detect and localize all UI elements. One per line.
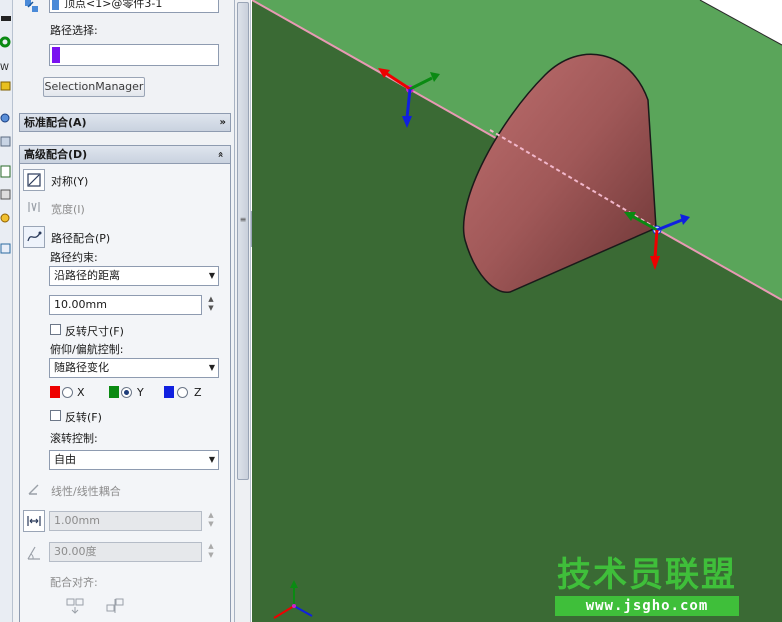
scrollbar-thumb[interactable] [237,2,249,480]
pitch-yaw-dropdown[interactable]: 随路径变化 ▼ [49,358,219,378]
toolbar-icon-5 [0,113,10,123]
roll-control-dropdown[interactable]: 自由 ▼ [49,450,219,470]
toolbar-icon-8 [0,189,11,200]
align-aligned-icon [106,598,124,613]
dropdown-arrow-icon: ▼ [208,271,215,280]
angle-value: 30.00度 [54,545,97,558]
toolbar-icon-2 [0,36,11,48]
pitch-yaw-value: 随路径变化 [54,361,109,374]
pitch-yaw-label: 俯仰/偏航控制: [50,343,124,356]
path-constraint-label: 路径约束: [50,251,98,264]
linear-distance-spinner: ▲ ▼ [208,511,214,528]
dropdown-arrow-icon: ▼ [208,455,215,464]
distance-input[interactable]: 10.00mm [49,295,202,315]
graphics-viewport[interactable] [252,0,782,622]
vertex-selection-field[interactable]: 顶点<1>@零件3-1 [49,0,219,13]
align-anti-icon [66,598,84,614]
path-constraint-value: 沿路径的距离 [54,269,120,282]
selection-manager-button[interactable]: SelectionManager [43,77,145,97]
scroll-grip-icon: ≡ [239,215,247,224]
flip-label: 反转(F) [65,411,102,424]
width-mate-icon [23,196,45,218]
standard-mates-header[interactable]: 标准配合(A) » [19,113,231,132]
z-axis-radio[interactable] [177,387,188,398]
vertex-selection-icon [25,0,38,12]
watermark: 技术员联盟 www.jsgho.com [554,556,740,616]
distance-icon [23,510,45,532]
path-mate-icon[interactable] [23,226,45,248]
z-axis-label: Z [194,386,202,399]
angle-icon [23,542,45,564]
symmetric-label[interactable]: 对称(Y) [51,173,88,189]
linear-coupler-icon [23,478,45,500]
linear-coupler-label: 线性/线性耦合 [51,485,121,498]
y-axis-swatch [109,386,119,398]
vertex-selection-value: 顶点<1>@零件3-1 [64,0,163,10]
toolbar-icon-1 [1,16,11,21]
toolbar-icons: W [0,16,11,254]
dropdown-arrow-icon: ▼ [208,363,215,372]
path-constraint-dropdown[interactable]: 沿路径的距离 ▼ [49,266,219,286]
y-axis-label: Y [137,386,144,399]
z-axis-swatch [164,386,174,398]
vertex-color-swatch [52,0,59,10]
toolbar-icon-10 [0,243,11,254]
path-mate-label[interactable]: 路径配合(P) [51,230,110,246]
x-axis-label: X [77,386,85,399]
panel-scrollbar[interactable]: ≡ [235,0,251,622]
path-selection-field[interactable] [49,44,219,66]
model-scene [252,0,782,622]
distance-spinner[interactable]: ▲ ▼ [204,295,218,315]
angle-input: 30.00度 [49,542,202,562]
expand-chevron-icon: » [219,117,226,128]
property-manager-panel: 顶点<1>@零件3-1 路径选择: SelectionManager 标准配合(… [13,0,235,622]
advanced-mates-header[interactable]: 高级配合(D) » [19,145,231,164]
y-axis-radio[interactable] [121,387,132,398]
angle-spinner: ▲ ▼ [208,542,214,559]
distance-value: 10.00mm [54,298,107,311]
flip-dimension-checkbox[interactable] [50,324,61,335]
roll-control-value: 自由 [54,453,76,466]
path-color-swatch [52,47,60,63]
symmetric-mate-icon[interactable] [23,169,45,191]
toolbar-icon-6 [0,136,11,147]
watermark-title: 技术员联盟 [557,555,737,595]
x-axis-swatch [50,386,60,398]
toolbar-icon-4 [0,81,11,91]
watermark-url: www.jsgho.com [555,596,739,616]
x-axis-radio[interactable] [62,387,73,398]
flip-checkbox[interactable] [50,410,61,421]
roll-control-label: 滚转控制: [50,432,98,445]
collapse-chevron-icon: » [215,151,227,158]
toolbar-icon-3: W [0,63,9,73]
linear-distance-value: 1.00mm [54,514,100,527]
standard-mates-title: 标准配合(A) [24,116,87,129]
toolbar-icon-7 [0,165,11,178]
width-label: 宽度(I) [51,203,85,216]
mate-alignment-label: 配合对齐: [50,576,98,589]
toolbar-icon-9 [0,213,10,223]
flip-dimension-label: 反转尺寸(F) [65,325,124,338]
advanced-mates-title: 高级配合(D) [24,148,88,161]
path-selection-label: 路径选择: [50,24,98,37]
linear-distance-input: 1.00mm [49,511,202,531]
command-toolbar-strip: W [0,0,13,622]
